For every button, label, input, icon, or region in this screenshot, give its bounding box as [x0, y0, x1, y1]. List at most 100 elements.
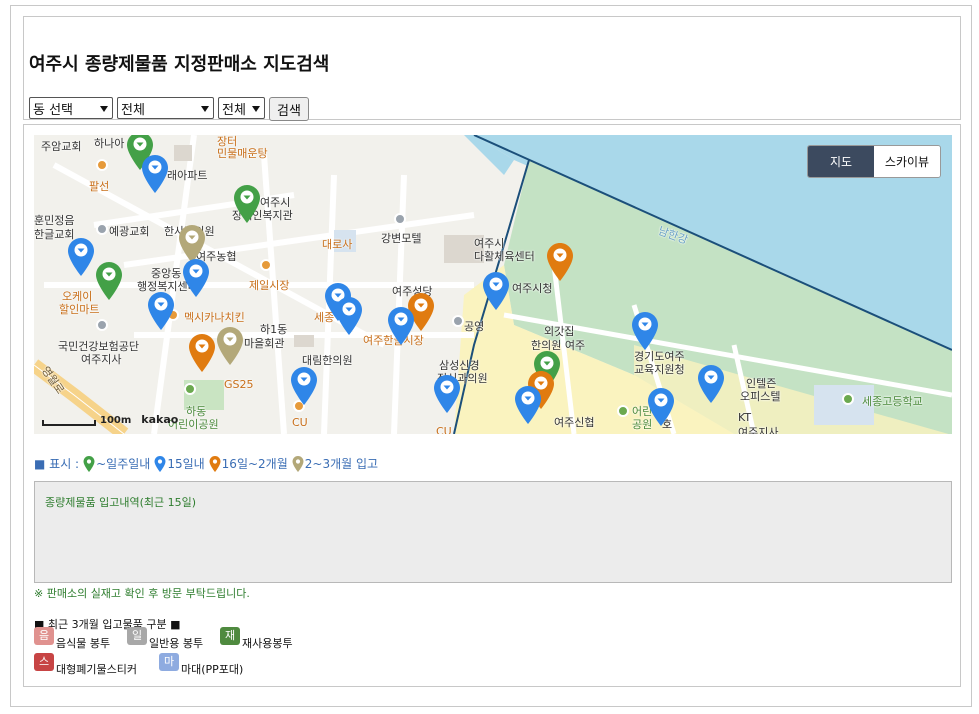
pp-sack-label: 마대(PP포대) [181, 663, 244, 676]
green-marker-icon [83, 455, 95, 472]
visit-notice: ※ 판매소의 실재고 확인 후 방문 부탁드립니다. [34, 587, 250, 600]
legend-3months: 2~3개월 입고 [304, 457, 379, 471]
filter-bar: 동 선택 전체 전체 검색 [29, 97, 309, 121]
map-label: 오피스텔 [740, 390, 781, 403]
food-bag-label: 음식물 봉투 [56, 637, 111, 650]
search-button[interactable]: 검색 [269, 97, 309, 121]
map-label: 다활체육센터 [474, 250, 535, 263]
store-marker-icon[interactable] [179, 225, 205, 263]
map-label: 여주신협 [554, 416, 595, 429]
map-label: 하나아 [94, 137, 125, 150]
restaurant-poi-icon [96, 159, 108, 171]
general-bag-badge: 일 [127, 627, 147, 645]
map-label: CU [292, 416, 308, 429]
map-label: 여주시청 [512, 282, 553, 295]
page-title: 여주시 종량제물품 지정판매소 지도검색 [29, 54, 330, 75]
store-marker-icon[interactable] [183, 259, 209, 297]
map-label: 마을회관 [244, 337, 285, 350]
map-label: 예광교회 [109, 225, 150, 238]
map-label: 할인마트 [59, 303, 100, 316]
motel-poi-icon [394, 213, 406, 225]
header-panel: 여주시 종량제물품 지정판매소 지도검색 동 선택 전체 전체 검색 [23, 16, 961, 121]
map-label: 팔선 [89, 180, 110, 193]
map-label: 여주지사 [738, 426, 779, 434]
category-sticker: 스 대형폐기물스티커 [34, 653, 137, 677]
orange-marker-icon [209, 455, 221, 472]
dong-select[interactable]: 동 선택 [29, 97, 113, 119]
period-select[interactable]: 전체 [218, 97, 265, 119]
map-label: 공영 [464, 320, 485, 333]
store-marker-icon[interactable] [291, 367, 317, 405]
school-poi-icon [842, 393, 854, 405]
map-label: 대림한의원 [302, 354, 353, 367]
store-marker-icon[interactable] [547, 243, 573, 281]
page-frame: 여주시 종량제물품 지정판매소 지도검색 동 선택 전체 전체 검색 하나아 주… [10, 5, 972, 707]
store-marker-icon[interactable] [698, 365, 724, 403]
map-label: KT [738, 411, 752, 424]
map-view[interactable]: 하나아 주암교회 장터 민물매운탕 팔선 래아파트 여주시 장애인복지관 훈민정… [34, 135, 952, 434]
park-poi-icon [184, 383, 196, 395]
store-marker-icon[interactable] [434, 375, 460, 413]
map-label: 제일시장 [249, 279, 290, 292]
store-marker-icon[interactable] [234, 185, 260, 223]
sticker-badge: 스 [34, 653, 54, 671]
market-poi-icon [260, 259, 272, 271]
map-type-toggle: 지도 스카이뷰 [807, 145, 941, 178]
store-marker-icon[interactable] [217, 327, 243, 365]
park-poi-icon [617, 405, 629, 417]
map-label: CU [436, 425, 452, 434]
map-label: 강변모텔 [381, 232, 422, 245]
legend-15days: 15일내 [167, 457, 205, 471]
stock-info-title: 종량제물품 입고내역(최근 15일) [45, 496, 197, 509]
map-label: 대로사 [322, 238, 353, 251]
pp-sack-badge: 마 [159, 653, 179, 671]
blue-marker-icon [154, 455, 166, 472]
scale-bar [42, 420, 96, 426]
map-view-button[interactable]: 지도 [808, 146, 874, 177]
store-marker-icon[interactable] [189, 334, 215, 372]
store-marker-icon[interactable] [632, 312, 658, 350]
map-label: 교육지원청 [634, 363, 685, 376]
church-poi-icon [96, 223, 108, 235]
store-marker-icon[interactable] [142, 155, 168, 193]
type-select[interactable]: 전체 [117, 97, 214, 119]
store-marker-icon[interactable] [148, 292, 174, 330]
parking-poi-icon [452, 315, 464, 327]
scale-label: 100m [100, 415, 132, 426]
category-general-bag: 일 일반용 봉투 [127, 627, 204, 651]
reuse-bag-label: 재사용봉투 [242, 637, 293, 650]
map-label: 래아파트 [167, 169, 208, 182]
map-label: 민물매운탕 [217, 147, 268, 160]
general-bag-label: 일반용 봉투 [149, 637, 204, 650]
map-label: 세종고등학교 [862, 395, 923, 408]
store-marker-icon[interactable] [515, 386, 541, 424]
map-scale: 100m kakao [42, 413, 178, 426]
kakao-logo: kakao [141, 413, 179, 426]
map-panel: 하나아 주암교회 장터 민물매운탕 팔선 래아파트 여주시 장애인복지관 훈민정… [23, 124, 961, 687]
stock-info-box: 종량제물품 입고내역(최근 15일) [34, 481, 952, 583]
category-pp-sack: 마 마대(PP포대) [159, 653, 244, 677]
store-marker-icon[interactable] [336, 297, 362, 335]
office-poi-icon [96, 319, 108, 331]
store-marker-icon[interactable] [648, 388, 674, 426]
legend-2months: 16일~2개월 [221, 457, 288, 471]
map-label: GS25 [224, 378, 254, 391]
marker-legend: ■ 표시 : ~일주일내 15일내 16일~2개월 2~3개월 입고 [34, 455, 378, 472]
store-marker-icon[interactable] [388, 307, 414, 345]
skyview-button[interactable]: 스카이뷰 [874, 146, 940, 177]
category-heading: ■ 최근 3개월 입고물품 구분 ■ [34, 618, 181, 631]
map-label: 멕시카나치킨 [184, 311, 245, 324]
sticker-label: 대형폐기물스티커 [56, 663, 137, 676]
store-marker-icon[interactable] [68, 238, 94, 276]
olive-marker-icon [292, 455, 304, 472]
map-label: 주암교회 [41, 140, 82, 153]
store-marker-icon[interactable] [96, 262, 122, 300]
category-food-bag: 음 음식물 봉투 [34, 627, 111, 651]
map-label: 여주지사 [81, 353, 122, 366]
store-marker-icon[interactable] [483, 272, 509, 310]
category-reuse-bag: 재 재사용봉투 [220, 627, 293, 651]
legend-prefix: ■ 표시 : [34, 457, 80, 471]
reuse-bag-badge: 재 [220, 627, 240, 645]
legend-week: ~일주일내 [96, 457, 151, 471]
food-bag-badge: 음 [34, 627, 54, 645]
